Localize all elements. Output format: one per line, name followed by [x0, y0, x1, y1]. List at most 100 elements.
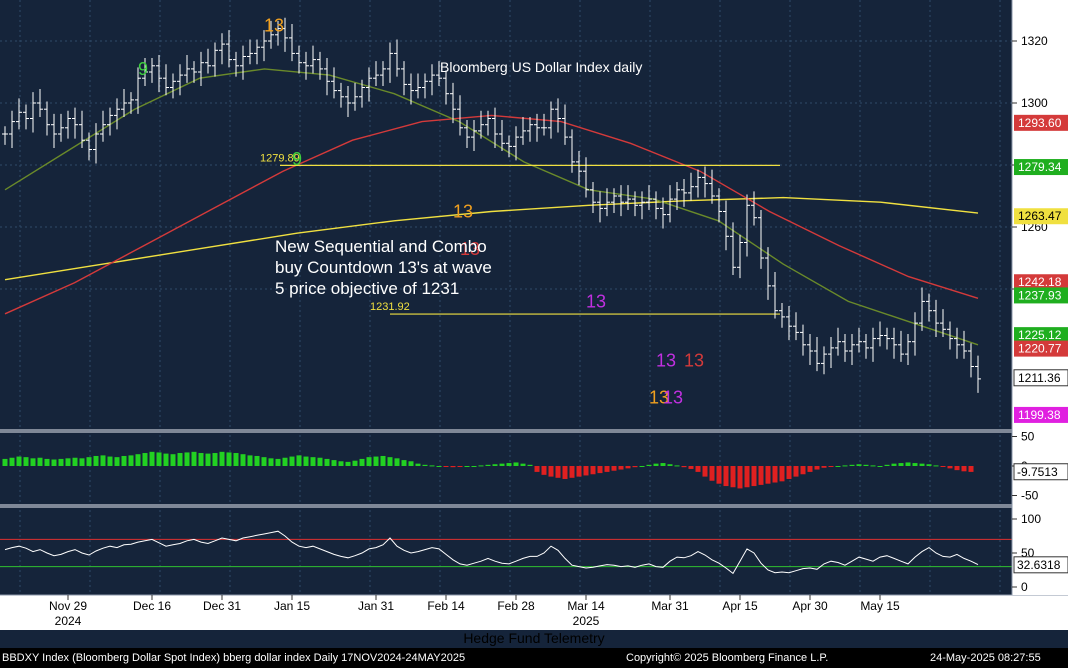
osc1-bar-66: [464, 466, 470, 467]
osc1-bar-58: [408, 461, 414, 466]
osc1-bar-43: [303, 456, 309, 466]
osc1-bar-82: [576, 466, 582, 477]
osc1-bar-4: [30, 458, 36, 466]
osc1-bar-19: [135, 454, 141, 466]
osc1-bar-72: [506, 463, 512, 466]
osc1-bar-120: [842, 465, 848, 467]
price-label-5: 1225.12: [1018, 328, 1062, 342]
x-label-2: Dec 31: [203, 599, 241, 613]
osc1-bar-25: [177, 453, 183, 466]
commentary-line-3: 5 price objective of 1231: [275, 279, 459, 298]
osc1-bar-138: [968, 466, 974, 472]
osc1-bar-116: [814, 466, 820, 470]
osc1-bar-0: [2, 458, 8, 466]
footer-bar: BBDXY Index (Bloomberg Dollar Spot Index…: [0, 648, 1068, 668]
osc1-bar-18: [128, 455, 134, 466]
osc1-tick-label-2: -50: [1021, 489, 1039, 503]
osc1-bar-65: [457, 466, 463, 467]
osc1-bar-71: [499, 463, 505, 466]
osc1-bar-22: [156, 452, 162, 466]
osc1-bar-59: [415, 463, 421, 466]
osc1-bar-20: [142, 453, 148, 466]
osc1-bar-102: [716, 466, 722, 484]
osc1-bar-108: [758, 466, 764, 485]
osc1-bar-128: [898, 463, 904, 466]
chart-canvas: 1279.891231.92 139913131313131313 124012…: [0, 0, 1068, 668]
osc1-bar-80: [562, 466, 568, 479]
osc1-bar-31: [219, 451, 225, 466]
osc1-bar-134: [940, 466, 946, 467]
osc1-bar-85: [597, 466, 603, 474]
price-label-6: 1220.77: [1018, 342, 1062, 356]
osc1-bar-16: [114, 457, 120, 466]
osc1-bar-47: [331, 460, 337, 466]
price-axis: 124012601280130013201293.601279.341263.4…: [1011, 0, 1068, 595]
osc1-bar-101: [709, 466, 715, 481]
osc1-bar-125: [877, 466, 883, 467]
osc1-tick-label-0: 50: [1021, 430, 1035, 444]
osc1-bar-75: [527, 464, 533, 466]
osc1-bar-70: [492, 464, 498, 466]
osc1-bar-56: [394, 458, 400, 466]
osc1-bar-28: [198, 453, 204, 466]
osc1-bar-131: [919, 463, 925, 466]
footer-security: BBDXY Index (Bloomberg Dollar Spot Index…: [2, 652, 466, 664]
osc1-bar-50: [352, 460, 358, 466]
credit-text: Hedge Fund Telemetry: [463, 630, 605, 646]
osc1-bar-54: [380, 455, 386, 466]
x-label-7: Mar 14: [567, 599, 605, 613]
price-label-4: 1237.93: [1018, 288, 1062, 302]
osc2-tick-label-0: 100: [1021, 512, 1041, 526]
osc1-bar-91: [639, 466, 645, 467]
x-label-8: Mar 31: [651, 599, 689, 613]
osc1-current: -9.7513: [1017, 465, 1058, 479]
osc1-bar-12: [86, 457, 92, 466]
footer-copyright: Copyright© 2025 Bloomberg Finance L.P.: [626, 652, 829, 664]
osc1-bar-74: [520, 463, 526, 466]
panel-separator-2: [0, 504, 1012, 508]
count-label-3: 13: [453, 202, 473, 222]
osc1-bar-113: [793, 466, 799, 477]
osc1-bar-98: [688, 466, 694, 469]
osc1-bar-60: [422, 464, 428, 466]
osc1-bar-41: [289, 456, 295, 466]
osc1-bar-136: [954, 466, 960, 471]
osc1-bar-13: [93, 455, 99, 466]
osc1-bar-34: [240, 454, 246, 466]
x-label-6: Feb 28: [497, 599, 535, 613]
osc1-bar-78: [548, 466, 554, 477]
commentary-line-1: New Sequential and Combo: [275, 237, 487, 256]
osc1-bar-1: [9, 457, 15, 466]
count-label-9: 13: [663, 388, 683, 408]
osc1-bar-132: [926, 464, 932, 466]
osc1-bar-133: [933, 465, 939, 467]
osc1-bar-127: [891, 463, 897, 466]
osc1-bar-119: [835, 466, 841, 467]
osc1-bar-26: [184, 452, 190, 466]
osc1-bar-46: [324, 458, 330, 466]
osc1-bar-45: [317, 457, 323, 466]
osc1-bar-105: [737, 466, 743, 489]
osc1-bar-84: [590, 466, 596, 475]
osc1-bar-42: [296, 455, 302, 466]
osc1-bar-63: [443, 466, 449, 467]
osc1-bar-49: [345, 461, 351, 466]
price-tick-label-4: 1320: [1021, 34, 1048, 48]
osc1-bar-83: [583, 466, 589, 476]
osc1-bar-9: [65, 458, 71, 466]
osc1-bar-39: [275, 458, 281, 466]
osc2-current: 32.6318: [1017, 558, 1061, 572]
osc1-bar-90: [632, 466, 638, 468]
osc1-bar-89: [625, 466, 631, 469]
price-label-3: 1242.18: [1018, 275, 1062, 289]
osc1-bar-117: [821, 466, 827, 468]
x-label-11: May 15: [860, 599, 900, 613]
osc1-bar-126: [884, 464, 890, 466]
osc1-bar-27: [191, 451, 197, 466]
osc1-bar-30: [212, 453, 218, 466]
x-label-10: Apr 30: [792, 599, 828, 613]
osc1-bar-115: [807, 466, 813, 472]
osc1-bar-106: [744, 466, 750, 488]
osc1-bar-23: [163, 453, 169, 466]
osc1-bar-122: [856, 464, 862, 466]
